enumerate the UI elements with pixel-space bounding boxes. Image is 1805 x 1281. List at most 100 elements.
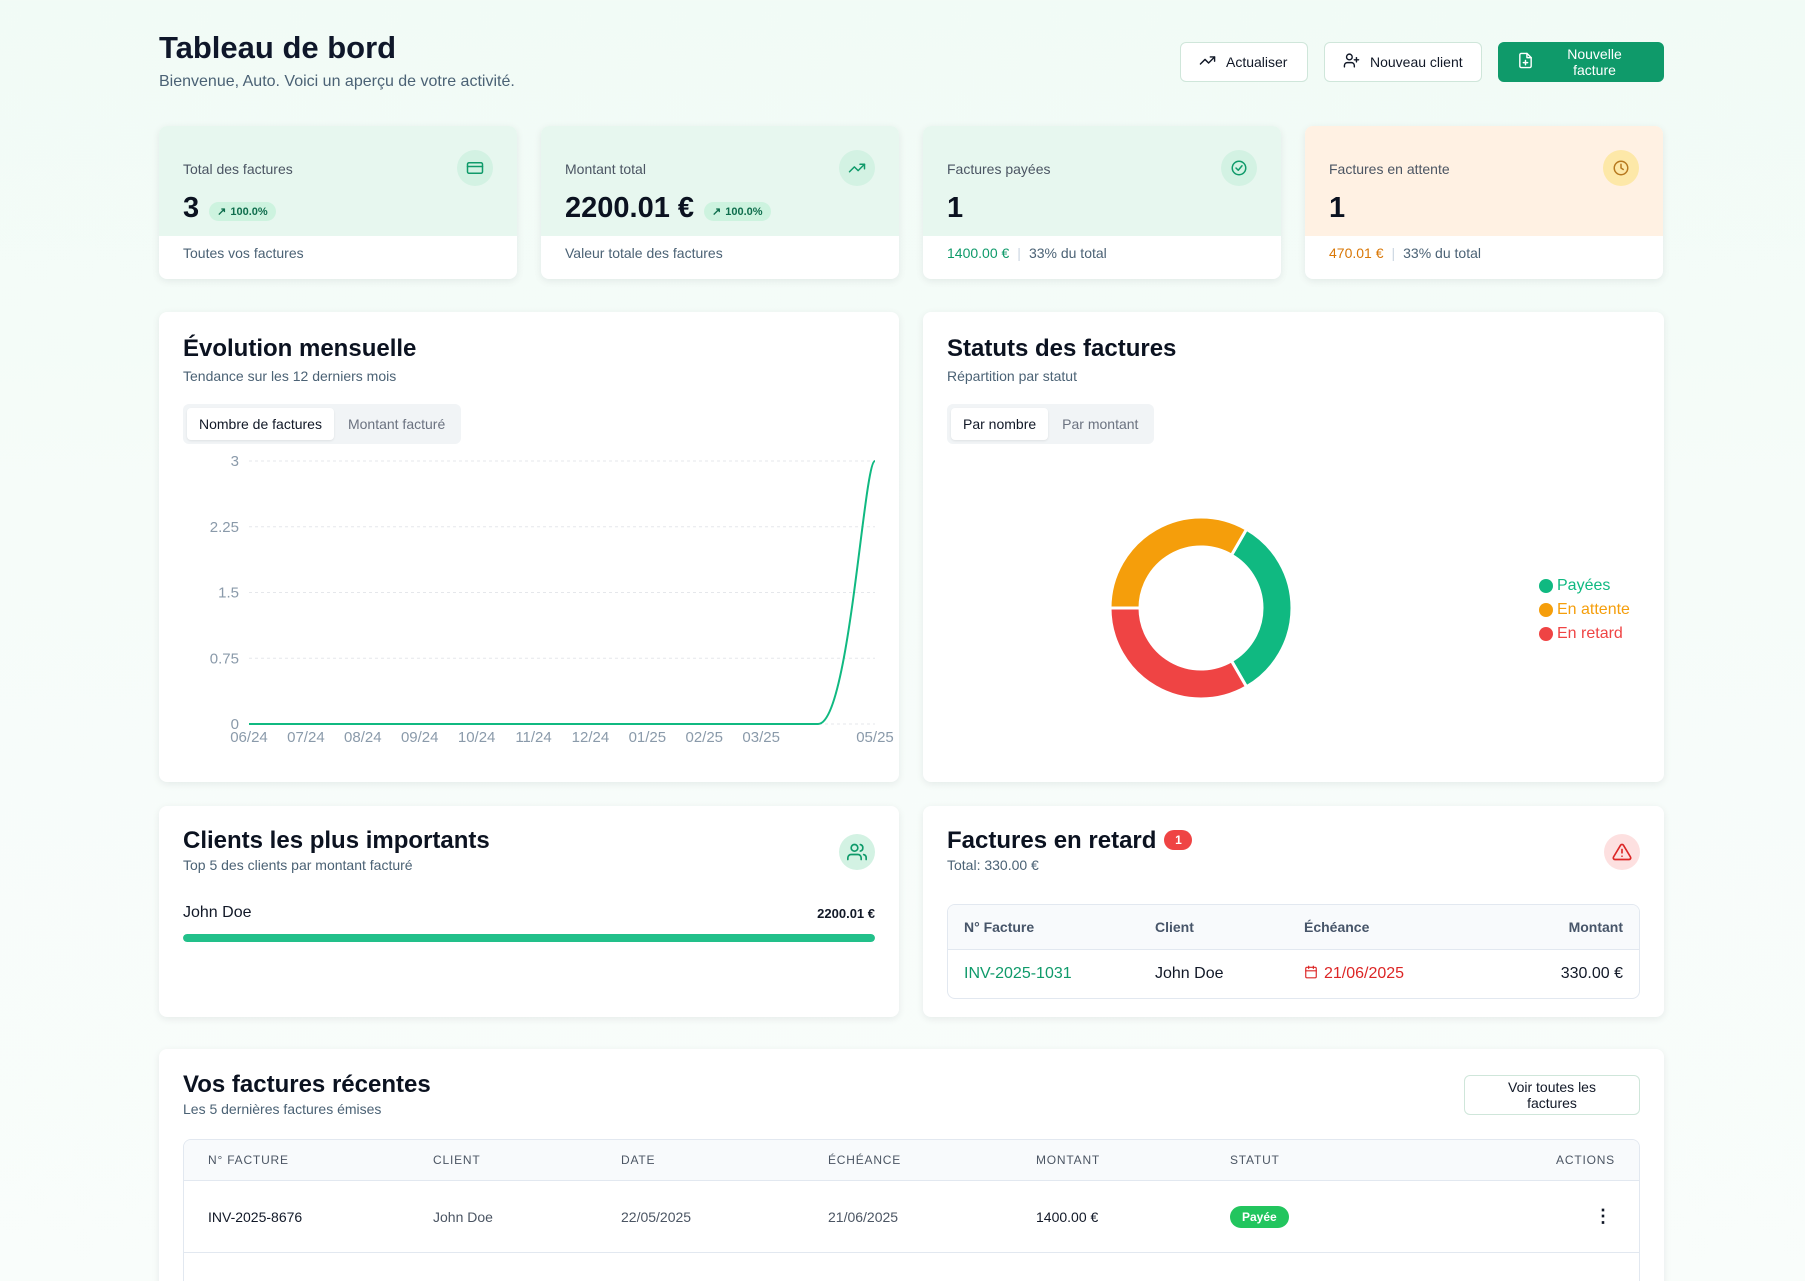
amount-cell: 1400.00 € [1036,1208,1099,1225]
new-invoice-button[interactable]: Nouvelle facture [1498,42,1664,82]
clock-icon [1603,150,1639,186]
donut-slice [1229,527,1294,689]
date-cell: 22/05/2025 [621,1208,692,1225]
status-legend: Payées En attente En retard [1539,574,1630,646]
late-total: Total: 330.00 € [947,857,1039,873]
client-cell: John Doe [433,1208,493,1225]
status-badge: Payée [1230,1205,1289,1228]
stat-foot: 1400.00 € | 33% du total [947,245,1107,261]
alert-triangle-icon [1604,834,1640,870]
stat-foot: Toutes vos factures [183,245,304,261]
y-tick-label: 1.5 [218,585,239,602]
x-tick-label: 01/25 [629,729,667,746]
stat-label: Factures en attente [1329,161,1450,177]
invoice-number-cell[interactable]: INV-2025-8676 [184,1209,433,1225]
top-clients-title: Clients les plus importants [183,827,490,854]
col-due: ÉCHÉANCE [828,1153,902,1167]
stat-value-row: 2200.01 € ↗ 100.0% [565,192,771,225]
x-tick-label: 10/24 [458,729,496,746]
legend-label: Payées [1557,577,1611,594]
stat-foot-percent: 33% du total [1028,245,1107,261]
check-circle-icon [1221,150,1257,186]
late-count-badge: 1 [1164,830,1193,850]
refresh-label: Actualiser [1226,54,1288,70]
refresh-button[interactable]: Actualiser [1180,42,1308,82]
legend-dot [1539,627,1553,641]
recent-title: Vos factures récentes [183,1071,431,1098]
stat-value: 1 [947,192,964,224]
x-tick-label: 02/25 [685,729,723,746]
late-invoices-table: N° Facture Client Échéance Montant INV-2… [947,904,1640,999]
trending-up-icon [839,150,875,186]
stat-label: Factures payées [947,161,1051,177]
trend-badge-value: 100.0% [725,205,763,218]
recent-subtitle: Les 5 dernières factures émises [183,1101,382,1117]
late-invoices-panel: Factures en retard 1 Total: 330.00 € N° F… [923,806,1664,1017]
col-status: STATUT [1230,1153,1280,1167]
table-header: N° Facture Client Échéance Montant [948,905,1639,950]
actions-cell: ⋮ [1430,1206,1639,1227]
view-all-invoices-button[interactable]: Voir toutes les factures [1464,1075,1640,1115]
col-client: CLIENT [433,1153,481,1167]
col-amount: MONTANT [1036,1153,1101,1167]
stat-card-total-invoices: Total des factures 3 ↗ 100.0% Toutes vos … [159,126,517,279]
new-invoice-label: Nouvelle facture [1567,46,1622,78]
stat-foot: 470.01 € | 33% du total [1329,245,1481,261]
stat-foot-amount: 470.01 € [1329,245,1384,261]
due-date: 21/06/2025 [1324,965,1405,982]
legend-dot [1539,579,1553,593]
col-client: Client [1155,919,1194,935]
col-amount: Montant [1568,919,1623,935]
users-icon [839,834,875,870]
file-plus-icon [1517,52,1534,72]
page-subtitle: Bienvenue, Auto. Voici un aperçu de votr… [159,73,515,90]
x-tick-label: 11/24 [515,729,551,746]
donut-slice [1108,515,1249,610]
status-cell: Payée [1230,1205,1430,1228]
monthly-panel: Évolution mensuelle Tendance sur les 12 … [159,312,899,782]
separator: | [1391,245,1396,261]
trend-badge-value: 100.0% [230,205,268,218]
stat-value: 3 [183,192,200,224]
arrow-up-right-icon: ↗ [217,206,227,218]
stat-card-paid: Factures payées 1 1400.00 € | 33% du tot… [923,126,1281,279]
stat-value-row: 3 ↗ 100.0% [183,192,276,225]
y-tick-label: 2.25 [210,519,239,536]
stat-value: 1 [1329,192,1346,224]
page-title: Tableau de bord [159,30,397,65]
legend-item-pending[interactable]: En attente [1539,598,1630,622]
trend-badge: ↗ 100.0% [209,202,276,221]
late-invoices-title-row: Factures en retard 1 [947,827,1193,855]
due-cell: 21/06/2025 [828,1208,899,1225]
amount-cell: 330.00 € [1560,965,1623,982]
col-invoice-number: N° FACTURE [208,1153,289,1167]
stat-card-pending: Factures en attente 1 470.01 € | 33% du … [1305,126,1663,279]
legend-item-late[interactable]: En retard [1539,622,1630,646]
status-panel: Statuts des factures Répartition par sta… [923,312,1664,782]
stat-label: Montant total [565,161,646,177]
stat-cards: Total des factures 3 ↗ 100.0% Toutes vos … [159,126,1664,279]
new-client-button[interactable]: Nouveau client [1324,42,1482,82]
separator: | [1017,245,1021,261]
x-tick-label: 07/24 [287,729,325,746]
invoice-number-link[interactable]: INV-2025-1031 [948,965,1155,983]
x-tick-label: 03/25 [742,729,780,746]
top-clients-panel: Clients les plus importants Top 5 des cl… [159,806,899,1017]
col-date: DATE [621,1153,656,1167]
stat-foot-amount: 1400.00 € [947,245,1010,261]
table-row[interactable]: INV-2025-1031 John Doe 21/06/2025 330.00… [948,950,1639,998]
stat-value-row: 1 [947,192,963,225]
late-invoices-title: Factures en retard [947,827,1157,854]
recent-invoices-table: N° FACTURE CLIENT DATE ÉCHÉANCE MONTANT … [183,1139,1640,1281]
stat-foot-text: Toutes vos factures [183,245,304,261]
legend-item-paid[interactable]: Payées [1539,574,1630,598]
client-share-fill [183,934,875,942]
table-row[interactable]: INV-2025-8676 John Doe 22/05/2025 21/06/… [184,1181,1639,1253]
x-tick-label: 09/24 [401,729,439,746]
user-plus-icon [1343,52,1360,72]
status-donut-chart [1108,515,1294,701]
more-actions-icon[interactable]: ⋮ [1591,1206,1615,1227]
legend-dot [1539,603,1553,617]
dashboard: Tableau de bord Bienvenue, Auto. Voici u… [159,0,1664,1281]
x-tick-label: 08/24 [344,729,382,746]
